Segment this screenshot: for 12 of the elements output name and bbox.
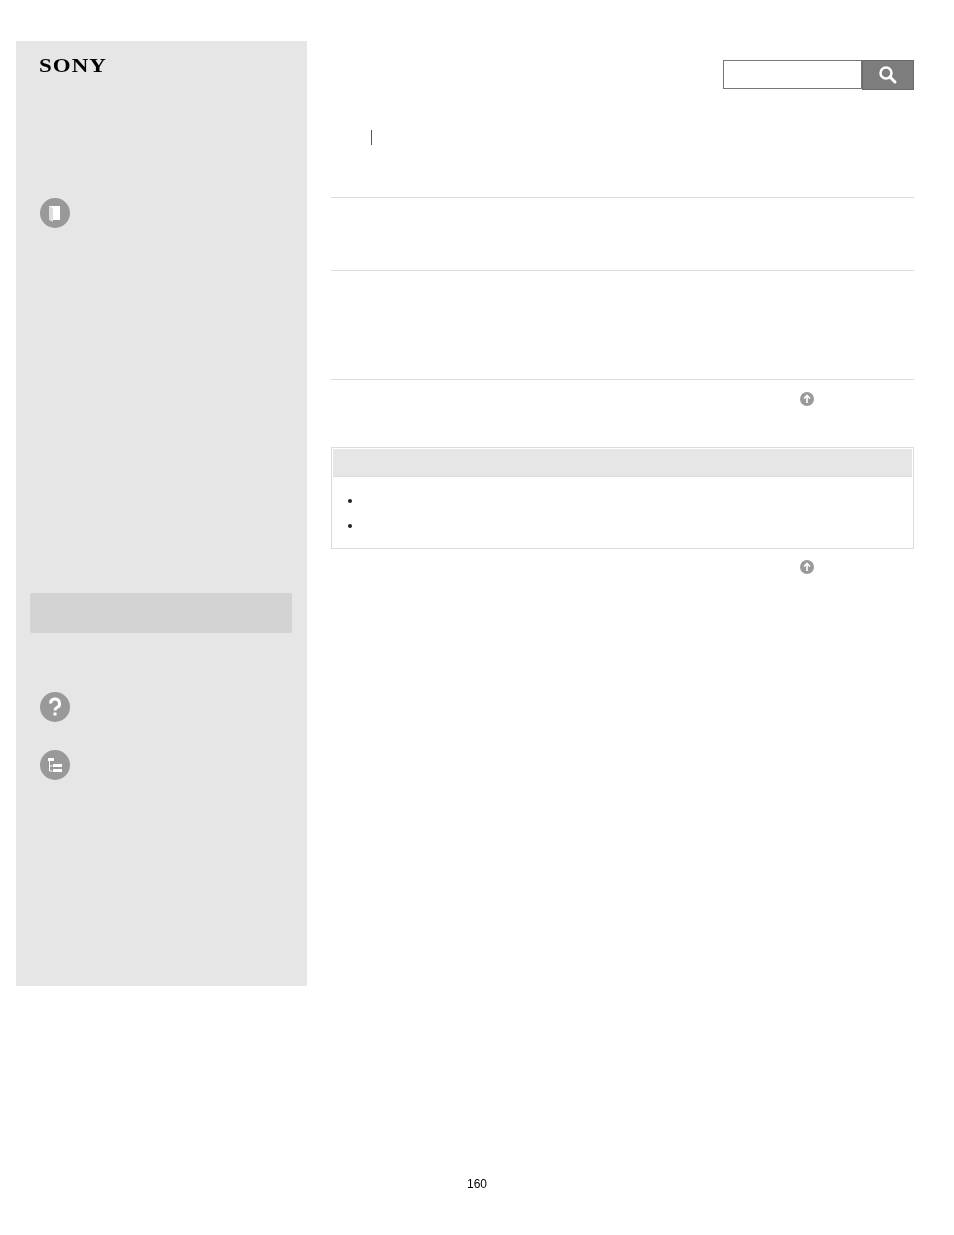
search-icon <box>878 65 898 85</box>
back-to-top-icon[interactable] <box>800 392 814 406</box>
help-icon[interactable] <box>39 691 71 723</box>
bullet-icon <box>348 499 352 503</box>
page-number: 160 <box>466 1177 488 1191</box>
book-icon[interactable] <box>39 197 71 229</box>
tree-icon[interactable] <box>39 749 71 781</box>
search-button[interactable] <box>862 60 914 90</box>
bullet-icon <box>348 524 352 528</box>
logo[interactable]: SONY <box>39 56 107 76</box>
back-to-top-icon[interactable] <box>800 560 814 574</box>
search-field[interactable] <box>723 60 862 89</box>
